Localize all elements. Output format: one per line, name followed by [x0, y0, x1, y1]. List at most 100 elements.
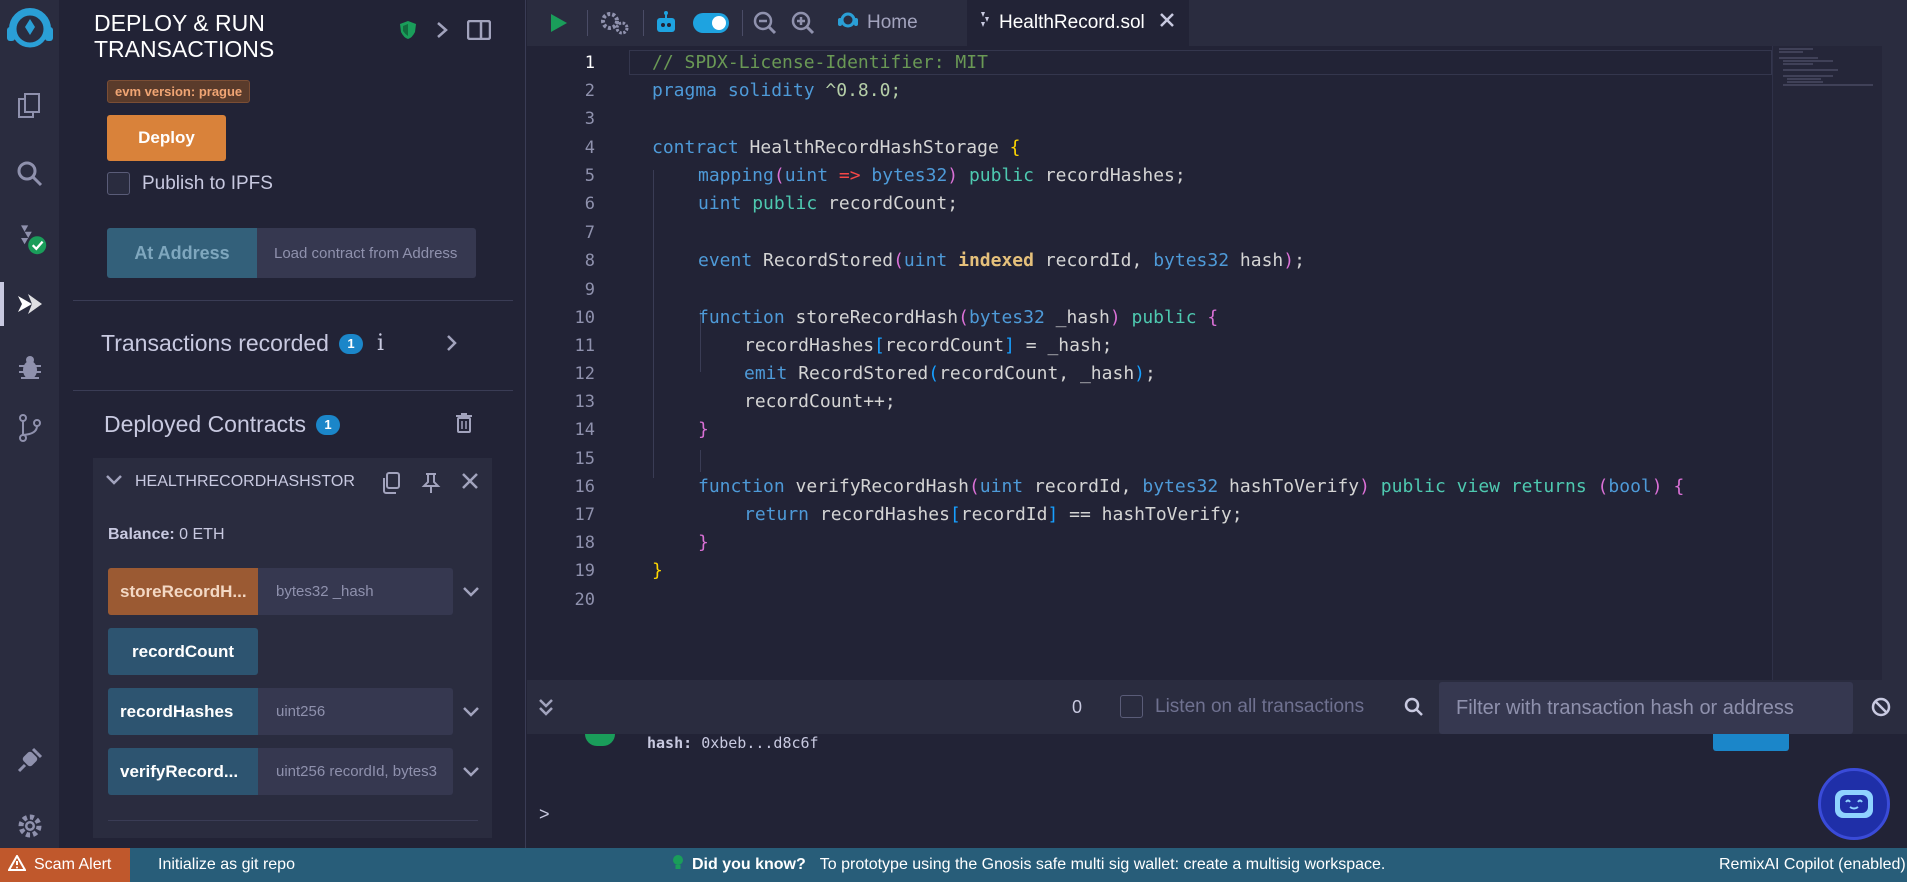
record-hashes-input[interactable]: uint256 [258, 688, 453, 735]
deploy-button[interactable]: Deploy [107, 115, 226, 161]
solidity-compiler-icon[interactable] [12, 220, 48, 256]
editor-scrollbar[interactable] [1882, 46, 1907, 680]
line-number: 19 [574, 561, 595, 581]
code-line: event RecordStored(uint indexed recordId… [698, 250, 1305, 271]
code-line: } [698, 419, 709, 440]
line-number: 9 [584, 280, 595, 300]
shield-icon[interactable] [399, 20, 417, 45]
line-number: 5 [584, 166, 595, 186]
code-line: } [652, 560, 663, 581]
chevron-down-icon[interactable] [453, 688, 488, 735]
close-icon[interactable] [461, 472, 479, 499]
deployed-count-badge: 1 [316, 414, 340, 435]
minimap[interactable] [1772, 46, 1882, 680]
store-record-hash-input[interactable]: bytes32 _hash [258, 568, 453, 615]
verify-record-hash-button[interactable]: verifyRecord... [108, 748, 258, 795]
code-line: pragma solidity ^0.8.0; [652, 80, 902, 101]
info-icon[interactable]: i [377, 331, 384, 356]
deployed-contract-card: HEALTHRECORDHASHSTORAGE Balance: 0 ETH s… [93, 458, 492, 838]
terminal-filter-input[interactable]: Filter with transaction hash or address [1439, 682, 1853, 734]
zoom-out-icon[interactable] [753, 0, 777, 46]
line-number: 16 [574, 477, 595, 497]
chevron-down-icon[interactable] [453, 748, 488, 795]
code-editor[interactable]: 1 2 3 4 5 6 7 8 9 10 11 12 13 14 15 16 17 18 19 20 // SPDX-… [527, 46, 1772, 680]
pin-icon[interactable] [421, 472, 441, 499]
line-number: 14 [574, 420, 595, 440]
close-tab-icon[interactable] [1159, 12, 1175, 34]
search-icon[interactable] [1404, 697, 1424, 722]
publish-ipfs-checkbox[interactable] [107, 172, 130, 195]
publish-ipfs-row: Publish to IPFS [107, 172, 273, 195]
chevron-right-icon[interactable] [435, 21, 449, 44]
code-line: uint public recordCount; [698, 193, 959, 214]
file-explorer-icon[interactable] [12, 88, 48, 124]
remixai-assistant-icon[interactable] [1818, 768, 1890, 840]
ai-toggle[interactable] [693, 0, 729, 46]
publish-ipfs-label: Publish to IPFS [142, 172, 273, 194]
collapse-terminal-icon[interactable] [537, 697, 555, 722]
deployed-contracts-label: Deployed Contracts [104, 411, 306, 437]
function-row: verifyRecord... uint256 recordId, bytes3 [108, 748, 488, 795]
plugin-manager-icon[interactable] [12, 742, 48, 778]
git-icon[interactable] [12, 410, 48, 446]
line-number: 15 [574, 449, 595, 469]
contract-header[interactable]: HEALTHRECORDHASHSTORAGE [105, 473, 355, 491]
scam-alert[interactable]: Scam Alert [0, 848, 130, 882]
chevron-right-icon[interactable] [445, 333, 459, 358]
contract-actions [381, 472, 479, 499]
tab-home[interactable]: Home [837, 0, 918, 46]
ai-robot-icon[interactable] [653, 0, 679, 46]
code-line: function storeRecordHash(bytes32 _hash) … [698, 307, 1219, 328]
function-row: recordHashes uint256 [108, 688, 488, 735]
deploy-run-icon[interactable] [12, 286, 48, 322]
divider [73, 300, 513, 301]
transactions-recorded-row[interactable]: Transactions recorded 1 i [101, 330, 384, 357]
icon-rail [0, 0, 59, 848]
function-row: storeRecordH... bytes32 _hash [108, 568, 488, 615]
chevron-down-icon[interactable] [453, 568, 488, 615]
record-count-button[interactable]: recordCount [108, 628, 258, 675]
divider [587, 10, 588, 36]
compile-settings-icon[interactable] [599, 0, 631, 46]
at-address-input[interactable]: Load contract from Address [257, 228, 476, 278]
debugger-icon[interactable] [12, 350, 48, 386]
code-line: recordHashes[recordCount] = _hash; [744, 335, 1113, 356]
deploy-run-panel: DEPLOY & RUN TRANSACTIONS evm version: p… [59, 0, 583, 848]
function-row: recordCount [108, 628, 258, 675]
line-number: 17 [574, 505, 595, 525]
debug-button[interactable] [1713, 734, 1789, 751]
line-number: 13 [574, 392, 595, 412]
divider [742, 10, 743, 36]
copy-icon[interactable] [381, 472, 401, 499]
remix-logo-icon[interactable] [4, 6, 56, 54]
line-number: 4 [584, 138, 595, 158]
listen-checkbox[interactable] [1120, 695, 1143, 718]
terminal-prompt[interactable]: > [539, 804, 550, 825]
git-init-link[interactable]: Initialize as git repo [158, 848, 295, 882]
panel-title: DEPLOY & RUN TRANSACTIONS [94, 10, 275, 62]
search-icon[interactable] [12, 156, 48, 192]
chevron-down-icon[interactable] [105, 473, 123, 491]
zoom-in-icon[interactable] [791, 0, 815, 46]
remixai-copilot-status[interactable]: RemixAI Copilot (enabled) [1719, 848, 1906, 882]
toggle-panel-icon[interactable] [466, 19, 492, 45]
lightbulb-icon [672, 854, 684, 877]
panel-header-icons [399, 19, 492, 45]
code-line: return recordHashes[recordId] == hashToV… [744, 504, 1243, 525]
solidity-file-icon [979, 10, 991, 36]
at-address-button[interactable]: At Address [107, 228, 257, 278]
verify-record-hash-input[interactable]: uint256 recordId, bytes3 [258, 748, 453, 795]
record-hashes-button[interactable]: recordHashes [108, 688, 258, 735]
line-number-gutter: 1 2 3 4 5 6 7 8 9 10 11 12 13 14 15 16 17 18 19 20 [527, 46, 627, 680]
store-record-hash-button[interactable]: storeRecordH... [108, 568, 258, 615]
active-indicator [0, 282, 4, 326]
code-line: } [698, 532, 709, 553]
clear-console-icon[interactable] [1870, 696, 1892, 723]
tab-healthrecord-sol[interactable]: HealthRecord.sol [967, 0, 1189, 46]
line-number: 3 [584, 109, 595, 129]
settings-icon[interactable] [12, 808, 48, 844]
success-icon [585, 734, 615, 746]
line-number: 10 [574, 308, 595, 328]
run-icon[interactable] [547, 0, 569, 46]
trash-icon[interactable] [455, 412, 473, 439]
